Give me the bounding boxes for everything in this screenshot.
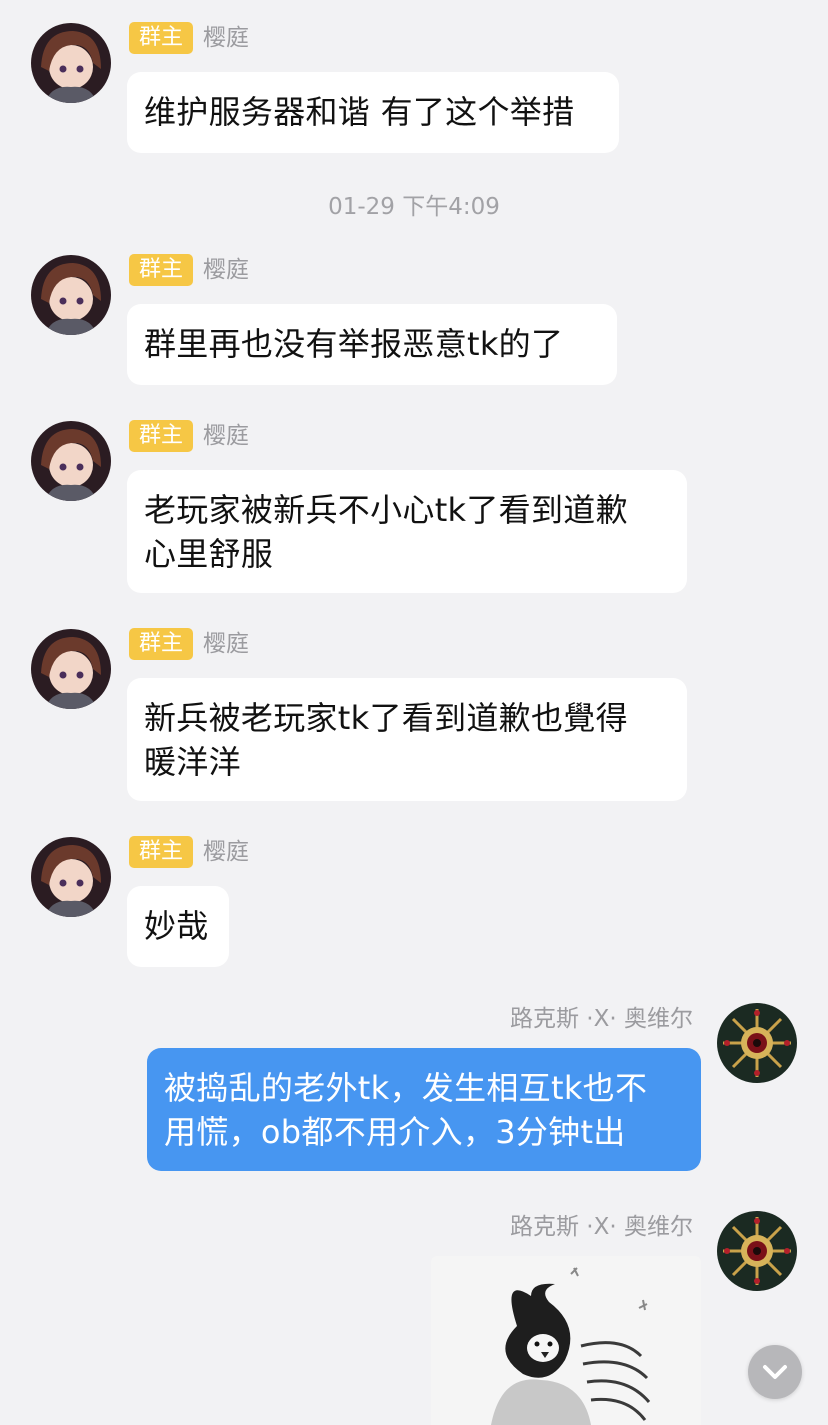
scroll-to-bottom-button[interactable] — [748, 1345, 802, 1399]
group-owner-badge: 群主 — [129, 254, 193, 286]
anime-girl-avatar-icon — [31, 23, 111, 103]
group-owner-badge: 群主 — [129, 22, 193, 54]
message-bubble-outgoing[interactable]: 被捣乱的老外tk，发生相互tk也不 用慌，ob都不用介入，3分钟t出 — [147, 1048, 701, 1171]
sender-avatar[interactable] — [31, 255, 111, 335]
sender-name[interactable]: 樱庭 — [203, 420, 249, 452]
sender-name[interactable]: 樱庭 — [203, 628, 249, 660]
message-text-line: 心里舒服 — [144, 535, 274, 573]
message-timestamp: 01-29 下午4:09 — [328, 194, 500, 220]
anime-girl-avatar-icon — [31, 421, 111, 501]
sender-avatar[interactable] — [31, 421, 111, 501]
sender-name[interactable]: 樱庭 — [203, 22, 249, 54]
message-bubble[interactable]: 群里再也没有举报恶意tk的了 — [127, 304, 617, 385]
penguin-meme-sticker-icon — [431, 1256, 701, 1425]
group-owner-badge: 群主 — [129, 836, 193, 868]
sender-avatar[interactable] — [31, 629, 111, 709]
message-bubble[interactable]: 妙哉 — [127, 886, 229, 967]
anime-girl-avatar-icon — [31, 837, 111, 917]
message-bubble[interactable]: 维护服务器和谐 有了这个举措 — [127, 72, 619, 153]
group-owner-badge: 群主 — [129, 420, 193, 452]
sender-avatar[interactable] — [717, 1211, 797, 1291]
message-bubble[interactable]: 老玩家被新兵不小心tk了看到道歉 心里舒服 — [127, 470, 687, 593]
sender-name[interactable]: 樱庭 — [203, 836, 249, 868]
sender-avatar[interactable] — [717, 1003, 797, 1083]
message-text: 维护服务器和谐 有了这个举措 — [144, 93, 575, 131]
anime-girl-avatar-icon — [31, 255, 111, 335]
message-bubble[interactable]: 新兵被老玩家tk了看到道歉也覺得 暖洋洋 — [127, 678, 687, 801]
sticker-image[interactable] — [431, 1256, 701, 1425]
message-text-line: 用慌，ob都不用介入，3分钟t出 — [164, 1113, 626, 1151]
group-owner-badge: 群主 — [129, 628, 193, 660]
ornate-emblem-avatar-icon — [717, 1003, 797, 1083]
sender-avatar[interactable] — [31, 837, 111, 917]
ornate-emblem-avatar-icon — [717, 1211, 797, 1291]
message-text: 妙哉 — [144, 907, 209, 945]
message-text-line: 老玩家被新兵不小心tk了看到道歉 — [144, 491, 628, 529]
sender-avatar[interactable] — [31, 23, 111, 103]
anime-girl-avatar-icon — [31, 629, 111, 709]
sender-name[interactable]: 路克斯 ·X· 奥维尔 — [510, 1003, 693, 1035]
message-text-line: 新兵被老玩家tk了看到道歉也覺得 — [144, 699, 628, 737]
message-text-line: 被捣乱的老外tk，发生相互tk也不 — [164, 1069, 648, 1107]
chevron-down-icon — [763, 1365, 787, 1379]
sender-name[interactable]: 樱庭 — [203, 254, 249, 286]
message-text: 群里再也没有举报恶意tk的了 — [144, 325, 564, 363]
sender-name[interactable]: 路克斯 ·X· 奥维尔 — [510, 1211, 693, 1243]
message-text-line: 暖洋洋 — [144, 743, 241, 781]
